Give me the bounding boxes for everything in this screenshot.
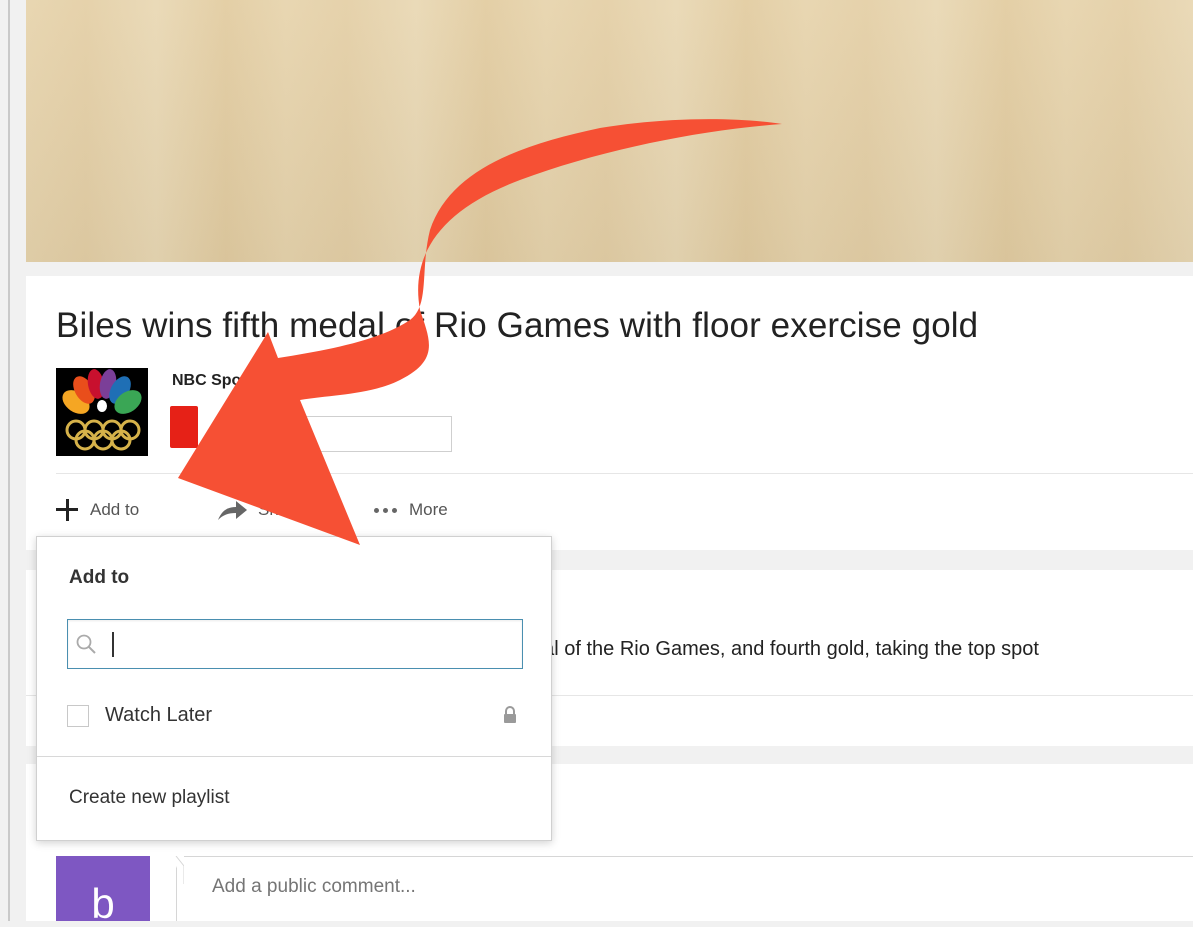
plus-icon — [56, 499, 78, 521]
avatar: b — [56, 856, 150, 925]
channel-name[interactable]: NBC Sports — [172, 372, 262, 390]
popup-title: Add to — [69, 567, 130, 588]
text-caret — [112, 632, 114, 657]
lock-icon — [504, 706, 516, 723]
add-to-popup: Add to Watch Later Create new playlist — [36, 536, 552, 841]
comment-notch-icon — [175, 856, 184, 884]
search-icon — [76, 634, 96, 654]
more-label: More — [409, 500, 448, 519]
add-to-button[interactable]: Add to — [56, 492, 139, 528]
playlist-item-watch-later[interactable]: Watch Later — [67, 700, 523, 732]
watch-later-checkbox[interactable] — [67, 705, 89, 727]
video-title: Biles wins fifth medal of Rio Games with… — [56, 306, 979, 345]
page: Biles wins fifth medal of Rio Games with… — [0, 0, 1193, 925]
page-left-border — [8, 0, 10, 921]
playlist-search-input[interactable] — [104, 628, 514, 660]
share-icon — [216, 498, 248, 522]
channel-logo[interactable] — [56, 368, 148, 456]
video-action-bar: Add to Share More — [56, 492, 756, 528]
share-button[interactable]: Share — [216, 492, 303, 528]
popup-divider — [37, 756, 551, 757]
video-info-card: Biles wins fifth medal of Rio Games with… — [26, 276, 1193, 550]
more-button[interactable]: More — [374, 492, 448, 528]
playlist-label: Watch Later — [105, 704, 213, 726]
share-label: Share — [258, 500, 304, 519]
action-divider — [56, 473, 1193, 474]
create-new-playlist-button[interactable]: Create new playlist — [69, 787, 230, 809]
description-text: dal of the Rio Games, and fourth gold, t… — [532, 638, 1039, 660]
avatar-letter: b — [91, 880, 115, 927]
more-dots-icon — [374, 507, 397, 513]
nbc-peacock-icon — [56, 368, 148, 456]
subscriber-count-box — [226, 416, 452, 452]
playlist-search-field[interactable] — [67, 619, 523, 669]
comment-input[interactable] — [212, 876, 912, 898]
subscribe-button[interactable] — [170, 406, 198, 448]
add-to-label: Add to — [90, 500, 140, 519]
video-player[interactable] — [26, 0, 1193, 262]
